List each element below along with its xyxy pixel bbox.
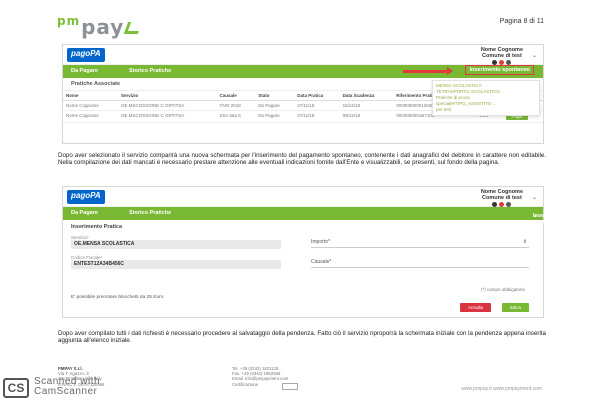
nav-da-pagare[interactable]: Da Pagare xyxy=(71,68,98,74)
spontaneo-dropdown-menu: MENSA SCOLASTICA TETRASPORTO SCOLASTICO … xyxy=(432,80,540,116)
column-header: Data Scadenza xyxy=(339,91,394,101)
field-row: Codice Fiscale* ENTEST12A34B456C Causale… xyxy=(71,255,535,275)
nav-da-pagare[interactable]: Da Pagare xyxy=(71,210,98,216)
app-navbar: Da Pagare Storico Pratiche Inserimento s… xyxy=(63,207,564,225)
screenshot-inserimento-pratica: pagoPA Nome Cognome Comune di test ⌄ Da … xyxy=(62,186,564,318)
camscanner-badge-icon: CS xyxy=(3,378,29,398)
prenotazione-note: E' possibile prenotare blocchetti da 25 … xyxy=(71,295,164,300)
stepper-icon[interactable]: ⇕ xyxy=(523,239,527,245)
required-note: (*) campo obbligatorio xyxy=(480,287,525,292)
annulla-button[interactable]: Annulla xyxy=(459,303,491,312)
certification-logo xyxy=(282,383,298,390)
inserimento-form: Inserimento Pratica Servizio* OE.MENSA S… xyxy=(63,220,543,279)
column-header: Data Pratica xyxy=(294,91,340,101)
nav-inserimento-spontaneo[interactable]: Inserimento spontaneo xyxy=(465,65,534,75)
logo-check-icon xyxy=(124,22,143,34)
pagopa-logo: pagoPA xyxy=(67,48,105,62)
form-title: Inserimento Pratica xyxy=(71,224,123,230)
paragraph-instructions-2: Dopo aver compilato tutti i dati richies… xyxy=(58,330,546,345)
column-header: Stato xyxy=(255,91,295,101)
causale-field[interactable]: Causale* xyxy=(311,259,529,268)
user-info[interactable]: Nome Cognome Comune di test xyxy=(481,47,523,67)
red-arrow-annotation xyxy=(403,67,453,75)
footer-contacts: Tel. +39 (0342) 1821125 Fax. +39 (0342) … xyxy=(232,366,289,387)
field-row: Servizio* OE.MENSA SCOLASTICA Importo* ⇕ xyxy=(71,235,529,249)
app-topbar: pagoPA Nome Cognome Comune di test ⌄ xyxy=(63,187,543,207)
nav-storico-pratiche[interactable]: Storico Pratiche xyxy=(129,68,171,74)
document-page: pmpay Pagina 8 di 11 pagoPA Nome Cognome… xyxy=(0,0,600,400)
app-navbar: Da Pagare Storico Pratiche Inserimento s… xyxy=(63,65,543,78)
importo-field[interactable]: Importo* ⇕ xyxy=(311,239,529,248)
dropdown-item[interactable]: per test xyxy=(436,107,536,113)
user-menu-chevron-icon[interactable]: ⌄ xyxy=(532,52,537,59)
column-header: Servizio xyxy=(118,91,217,101)
pagopa-logo: pagoPA xyxy=(67,190,105,204)
servizio-field: OE.MENSA SCOLASTICA xyxy=(71,240,281,249)
camscanner-watermark: Scanned with CamScanner xyxy=(34,376,101,397)
user-menu-chevron-icon[interactable]: ⌄ xyxy=(532,194,537,201)
chevron-down-icon: ⌄ xyxy=(533,213,538,219)
user-info[interactable]: Nome Cognome Comune di test xyxy=(481,189,523,209)
app-topbar: pagoPA Nome Cognome Comune di test ⌄ xyxy=(63,45,543,65)
nav-storico-pratiche[interactable]: Storico Pratiche xyxy=(129,210,171,216)
codice-fiscale-field: ENTEST12A34B456C xyxy=(71,260,281,269)
column-header: Causale xyxy=(216,91,256,101)
column-header: Nome xyxy=(63,91,118,101)
page-number: Pagina 8 di 11 xyxy=(499,18,544,25)
pmpay-logo: pmpay xyxy=(57,14,143,39)
paragraph-instructions-1: Dopo aver selezionato il servizio compar… xyxy=(58,152,546,167)
footer-websites: www.pmpay.it www.pmpayment.com xyxy=(461,386,542,392)
salva-button[interactable]: Salva xyxy=(501,303,529,312)
